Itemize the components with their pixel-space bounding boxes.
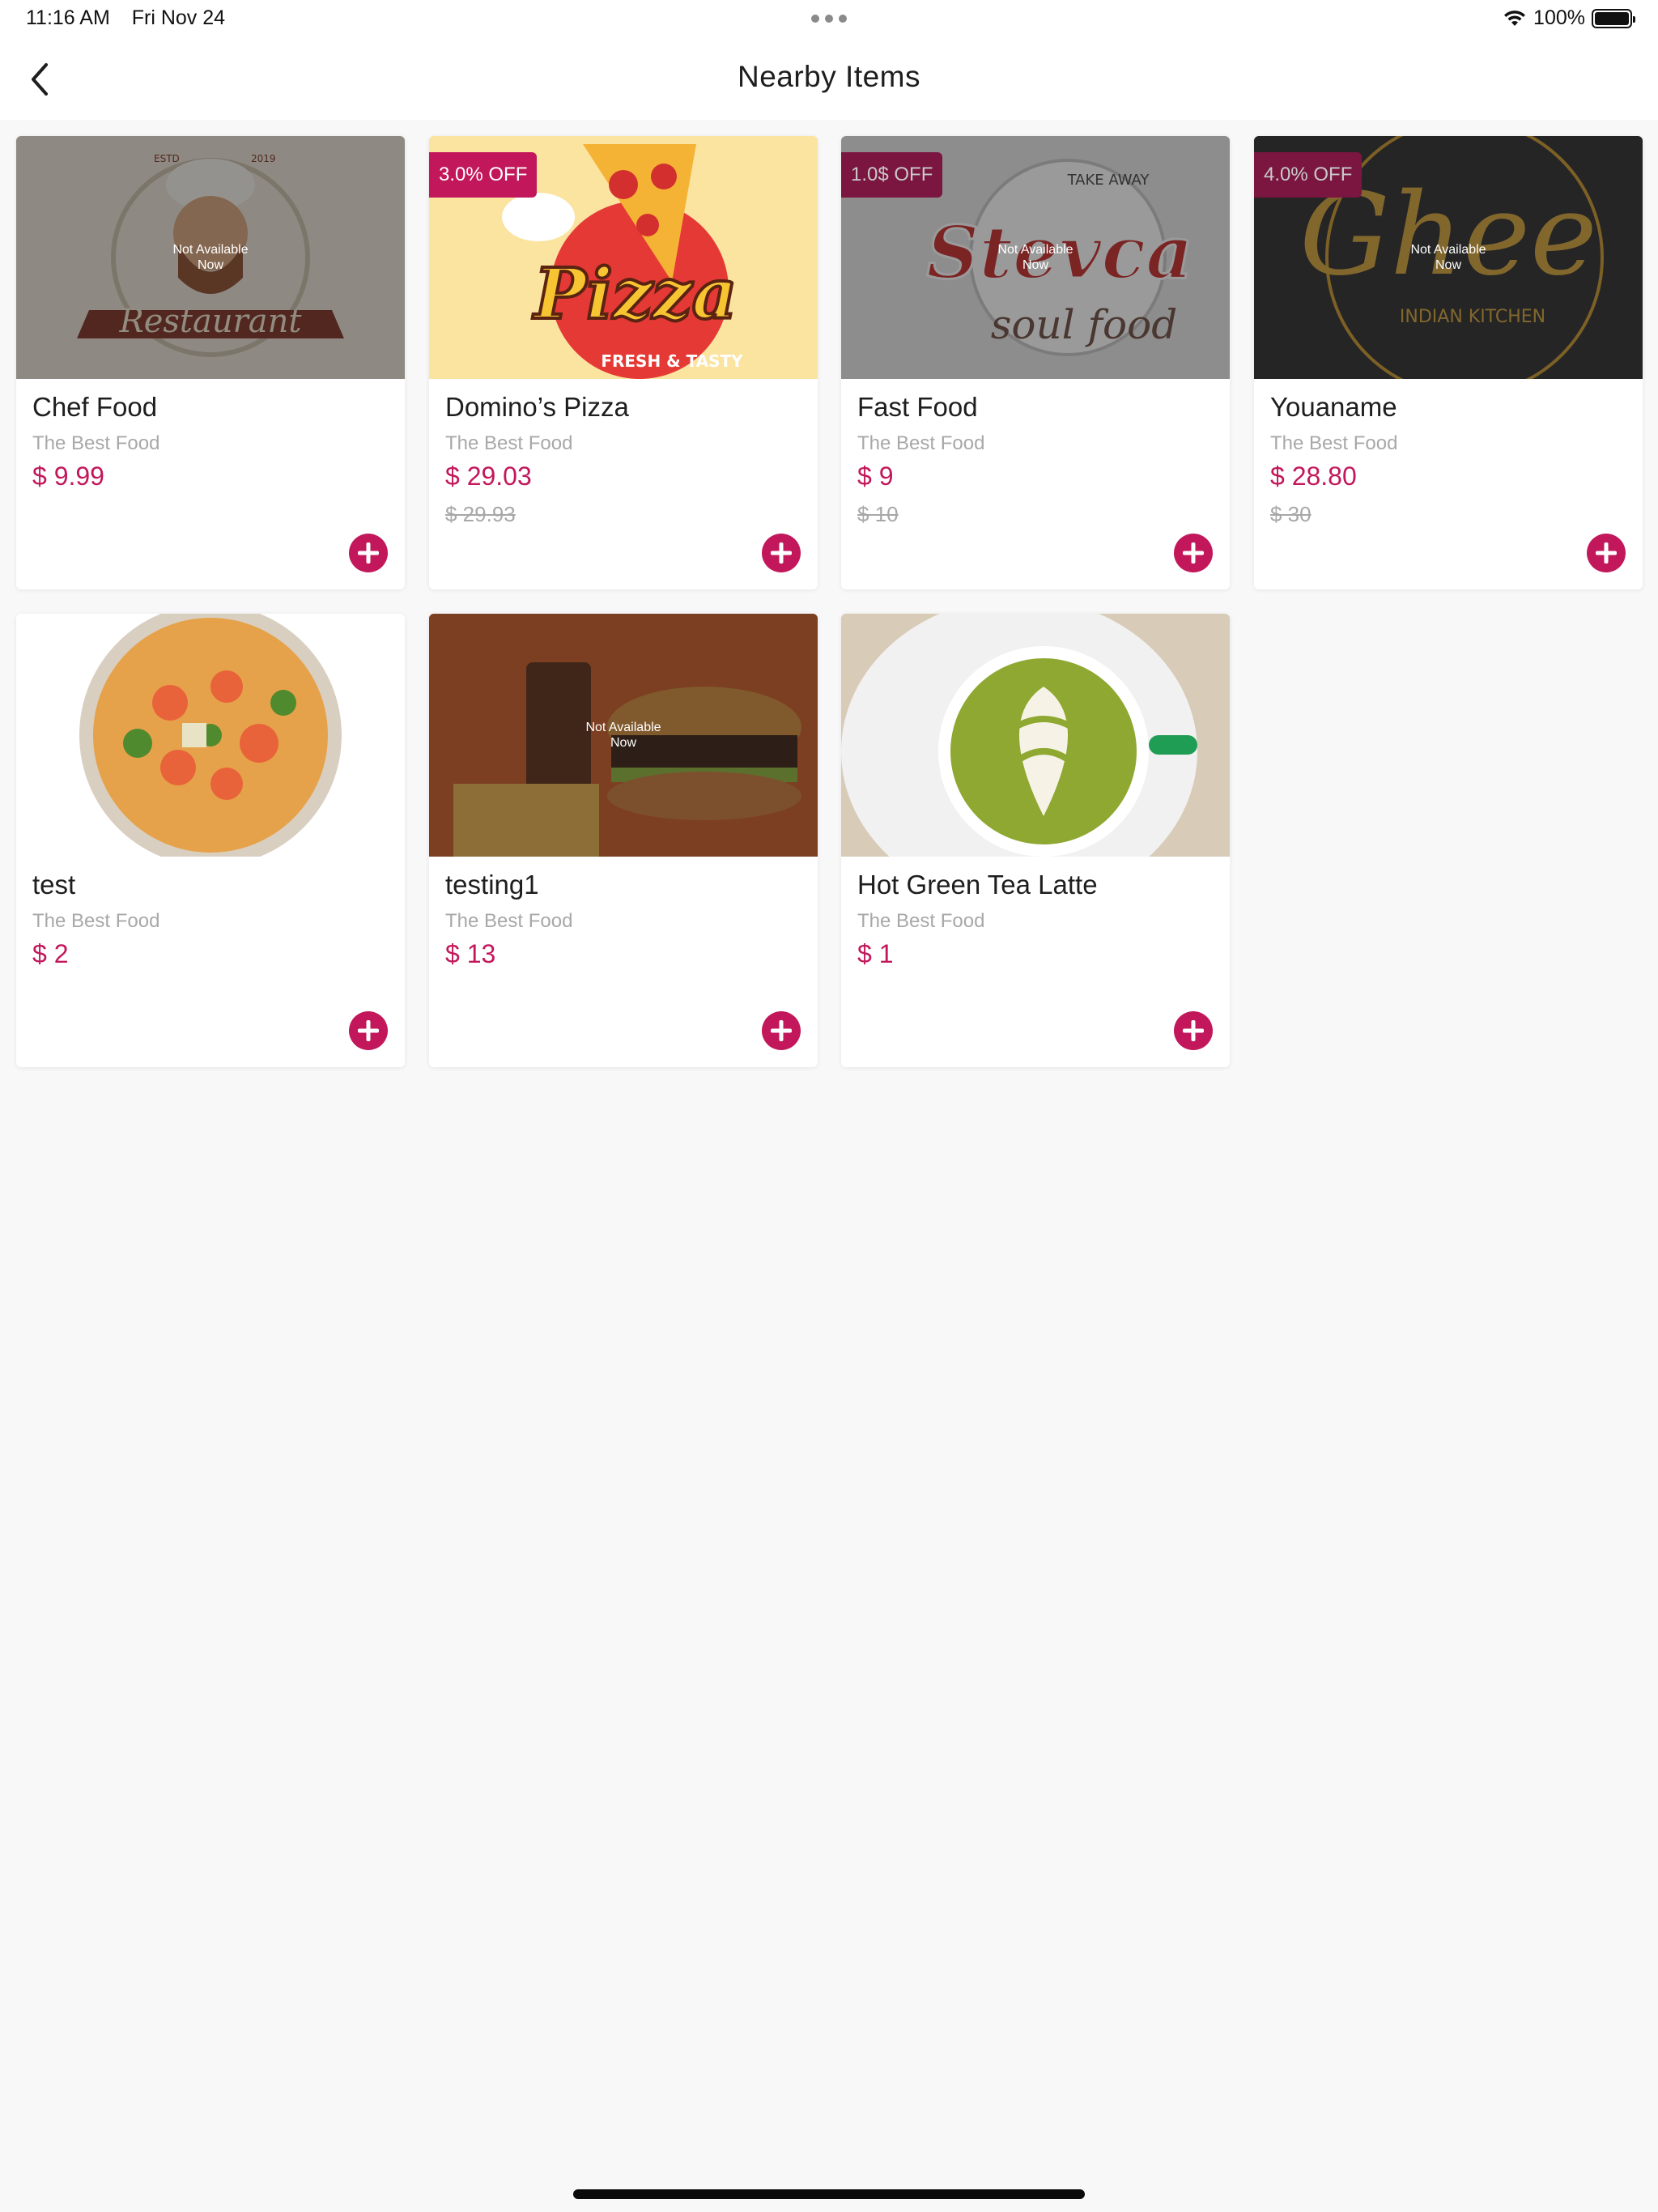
item-name: Hot Green Tea Latte [857,870,1098,900]
item-subtitle: The Best Food [445,432,573,454]
item-price: $ 13 [445,939,496,968]
battery-icon [1592,8,1635,28]
svg-text:Pizza: Pizza [532,253,738,335]
item-card[interactable]: Ghee INDIAN KITCHEN Not Available Now 4.… [1254,136,1643,589]
home-indicator[interactable] [573,2189,1085,2199]
add-to-cart-button[interactable] [1173,533,1214,573]
item-price: $ 28.80 [1270,462,1357,491]
item-name: Fast Food [857,392,978,422]
item-image: Pizza FRESH & TASTY 3.0% OFF [429,136,818,379]
item-subtitle: The Best Food [857,910,985,932]
discount-badge: 3.0% OFF [429,152,538,198]
item-card[interactable]: Stevca soul food TAKE AWAY Not Available… [841,136,1230,589]
not-available-overlay: Not Available Now [16,136,405,379]
item-subtitle: The Best Food [1270,432,1398,454]
item-name: testing1 [445,870,539,900]
item-name: test [32,870,76,900]
add-to-cart-button[interactable] [348,533,389,573]
wifi-icon [1504,10,1526,26]
item-card[interactable]: test The Best Food $ 2 [16,614,405,1067]
nav-bar: Nearby Items [0,39,1658,120]
item-old-price: $ 30 [1270,502,1312,526]
status-bar: 11:16 AM Fri Nov 24 100% [0,0,1658,39]
item-old-price: $ 29.93 [445,502,516,526]
item-name: Youaname [1270,392,1397,422]
not-available-label: Not Available Now [997,243,1073,272]
status-time-text: 11:16 AM [26,6,110,29]
not-available-label: Not Available Now [1410,243,1486,272]
item-subtitle: The Best Food [32,910,160,932]
not-available-label: Not Available Now [172,243,249,272]
add-to-cart-button[interactable] [761,533,801,573]
discount-badge: 4.0% OFF [1254,152,1363,198]
add-to-cart-button[interactable] [1586,533,1626,573]
item-subtitle: The Best Food [857,432,985,454]
add-to-cart-button[interactable] [348,1010,389,1051]
item-price: $ 9 [857,462,894,491]
item-old-price: $ 10 [857,502,899,526]
item-name: Domino’s Pizza [445,392,629,422]
item-subtitle: The Best Food [32,432,160,454]
status-right: 100% [1503,6,1635,30]
status-time: 11:16 AM Fri Nov 24 [26,6,225,30]
item-card[interactable]: Restaurant ESTD 2019 Not Available Now C… [16,136,405,589]
item-image: Ghee INDIAN KITCHEN Not Available Now 4.… [1254,136,1643,379]
item-card[interactable]: Hot Green Tea Latte The Best Food $ 1 [841,614,1230,1067]
item-card[interactable]: Not Available Now testing1 The Best Food… [429,614,818,1067]
not-available-label: Not Available Now [585,721,661,750]
item-name: Chef Food [32,392,158,422]
item-image: Stevca soul food TAKE AWAY Not Available… [841,136,1230,379]
svg-text:FRESH & TASTY: FRESH & TASTY [601,351,743,371]
item-card[interactable]: Pizza FRESH & TASTY 3.0% OFF Domino’s Pi… [429,136,818,589]
item-subtitle: The Best Food [445,910,573,932]
not-available-overlay: Not Available Now [429,614,818,857]
item-image [841,614,1230,857]
item-price: $ 29.03 [445,462,532,491]
item-image: Restaurant ESTD 2019 Not Available Now [16,136,405,379]
battery-percent: 100% [1533,6,1585,29]
item-image [16,614,405,857]
add-to-cart-button[interactable] [761,1010,801,1051]
status-date: Fri Nov 24 [131,6,226,29]
item-price: $ 2 [32,939,69,968]
multitasking-dots-icon[interactable] [811,15,847,23]
add-to-cart-button[interactable] [1173,1010,1214,1051]
page-title: Nearby Items [737,60,920,93]
item-image: Not Available Now [429,614,818,857]
discount-badge: 1.0$ OFF [841,152,943,198]
item-price: $ 1 [857,939,894,968]
item-price: $ 9.99 [32,462,104,491]
